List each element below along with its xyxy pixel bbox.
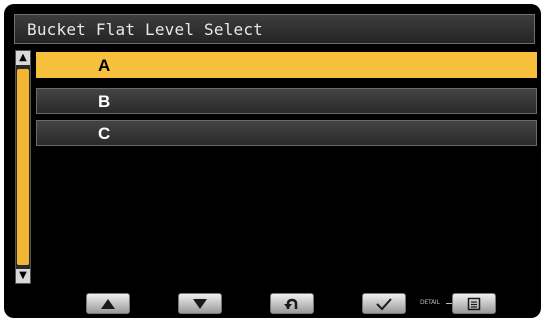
up-arrow-icon [101, 299, 115, 309]
page-title: Bucket Flat Level Select [27, 20, 263, 39]
scrollbar[interactable]: ▲ ▼ [15, 50, 31, 284]
detail-button[interactable] [452, 293, 496, 314]
menu-list-icon [467, 297, 481, 311]
title-bar: Bucket Flat Level Select [14, 14, 535, 44]
list-item-a[interactable]: A [36, 52, 537, 78]
return-icon [284, 298, 298, 309]
check-icon [376, 298, 392, 311]
scroll-thumb[interactable] [17, 69, 29, 265]
function-bar: DETAIL [4, 291, 541, 318]
list-item-b[interactable]: B [36, 88, 537, 114]
scroll-down-icon[interactable]: ▼ [16, 269, 30, 283]
up-button[interactable] [86, 293, 130, 314]
detail-label: DETAIL [420, 299, 440, 306]
scroll-up-icon[interactable]: ▲ [16, 51, 30, 65]
list-item-label: C [98, 124, 111, 143]
return-button[interactable] [270, 293, 314, 314]
down-arrow-icon [193, 299, 207, 309]
list-item-label: B [98, 92, 111, 111]
list-item-c[interactable]: C [36, 120, 537, 146]
list-item-label: A [98, 56, 111, 75]
device-screen: Bucket Flat Level Select ▲ ▼ A B C DETAI… [4, 4, 541, 318]
down-button[interactable] [178, 293, 222, 314]
confirm-button[interactable] [362, 293, 406, 314]
